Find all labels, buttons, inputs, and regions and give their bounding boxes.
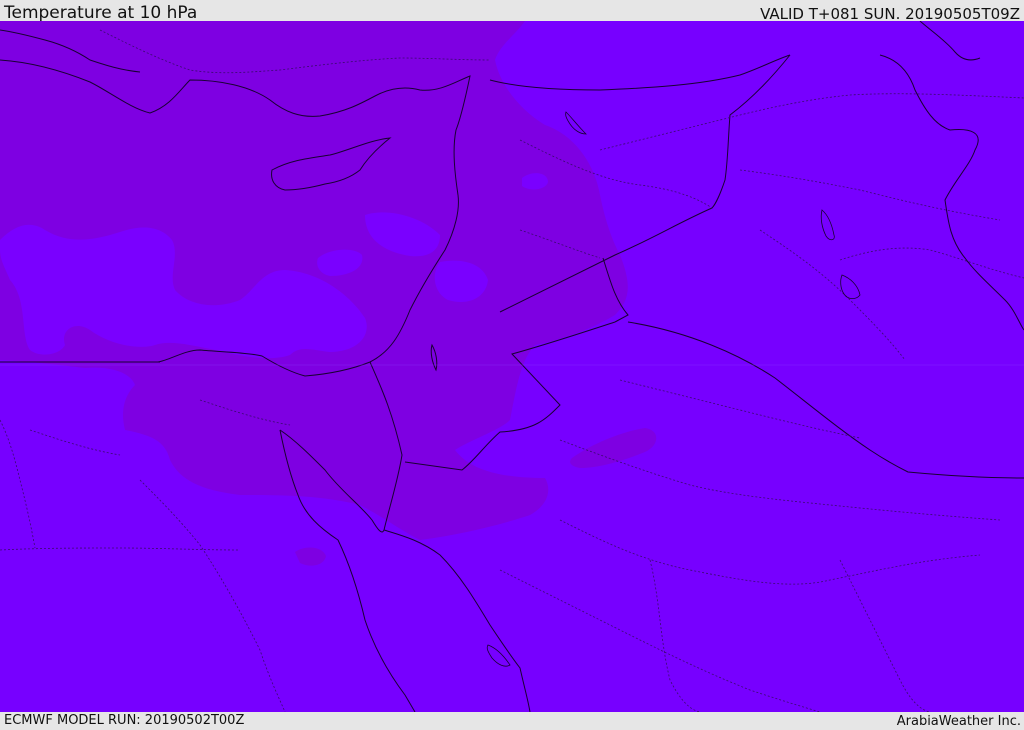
map-title: Temperature at 10 hPa bbox=[4, 3, 198, 23]
map-header: Temperature at 10 hPa VALID T+081 SUN. 2… bbox=[0, 0, 1024, 23]
temperature-map bbox=[0, 21, 1024, 712]
credit-label: ArabiaWeather Inc. bbox=[896, 714, 1021, 729]
map-canvas bbox=[0, 21, 1024, 712]
map-footer: ECMWF MODEL RUN: 20190502T00Z ArabiaWeat… bbox=[0, 712, 1024, 729]
model-run-label: ECMWF MODEL RUN: 20190502T00Z bbox=[4, 713, 245, 728]
